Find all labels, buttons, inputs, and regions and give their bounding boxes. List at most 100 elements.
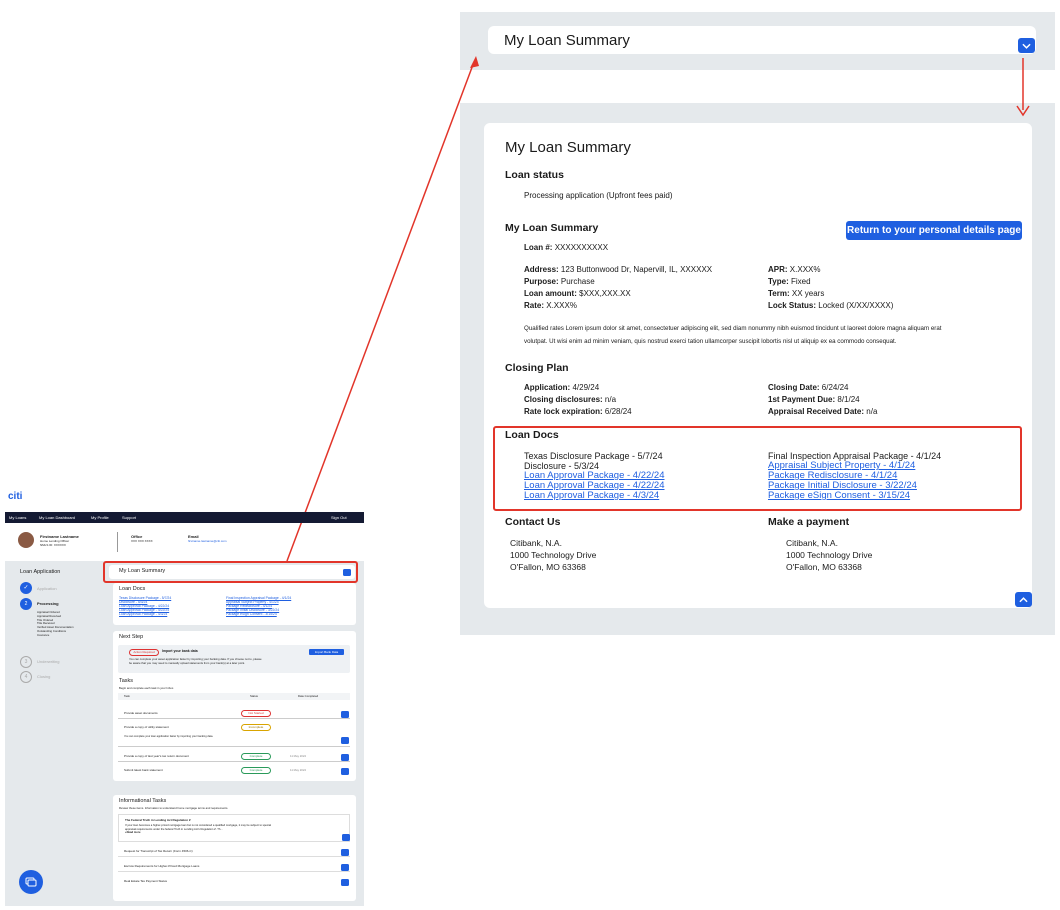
summary-field: Purpose: Purchase [524, 277, 595, 286]
next-step-title: Next Step [119, 634, 144, 640]
read-more-link[interactable]: +Read more [125, 831, 271, 835]
summary-field: APR: X.XXX% [768, 265, 821, 274]
summary-right-col: APR: X.XXX% Type: Fixed Term: XX years L… [768, 264, 893, 312]
contact-us-heading: Contact Us [505, 516, 561, 528]
officer-avatar [18, 532, 34, 548]
closing-right-col: Closing Date: 6/24/24 1st Payment Due: 8… [768, 382, 877, 418]
address-line: 1000 Technology Drive [786, 550, 873, 560]
next-step-heading: Import your bank data [162, 649, 198, 653]
next-step-box: Action Required Import your bank data Yo… [118, 645, 350, 673]
substep-item: Insurance [37, 632, 50, 637]
expand-chevron-button[interactable] [1018, 38, 1035, 53]
chevron-down-icon [1022, 43, 1031, 49]
address-line: Citibank, N.A. [510, 538, 562, 548]
qualified-rates-note: Qualified rates Lorem ipsum dolor sit am… [524, 322, 1024, 348]
address-line: O'Fallon, MO 63368 [510, 562, 586, 572]
tasks-subtitle: Begin and complete each task in your Inb… [119, 686, 175, 690]
nav-sign-out[interactable]: Sign Out [331, 515, 347, 520]
chevron-up-icon [341, 737, 349, 744]
summary-field: Lock Status: Locked (X/XX/XXXX) [768, 301, 894, 310]
office-info: Office XXX XXX XXXX [131, 534, 153, 544]
address-line: Citibank, N.A. [786, 538, 838, 548]
summary-heading: My Loan Summary [505, 222, 599, 234]
step-4[interactable]: 4 [20, 671, 32, 683]
closing-field: Application: 4/29/24 [524, 383, 600, 392]
step-3[interactable]: 3 [20, 656, 32, 668]
chevron-down-icon [341, 849, 349, 856]
nav-my-loans[interactable]: My Loans [9, 515, 26, 520]
email-link[interactable]: firstname.lastname@citi.com [188, 539, 227, 544]
mini-content-area: Loan Application ✓ Application 2 Process… [5, 561, 364, 906]
loan-number-label: Loan #: [524, 243, 553, 252]
chevron-down-icon [341, 864, 349, 871]
summary-field: Address: 123 Buttonwood Dr, Napervill, I… [524, 265, 713, 274]
step-1[interactable]: ✓ [20, 582, 32, 594]
summary-field: Type: Fixed [768, 277, 811, 286]
task-row[interactable]: Provide asset documents Not Started [118, 709, 350, 719]
loan-number-value: XXXXXXXXXX [554, 243, 609, 252]
summary-card-title: My Loan Summary [505, 139, 631, 156]
officer-divider [117, 532, 118, 552]
officer-nmls: NMLS ID: XXXXXX [40, 543, 66, 547]
closing-field: Rate lock expiration: 6/28/24 [524, 407, 632, 416]
closing-field: Appraisal Received Date: n/a [768, 407, 878, 416]
info-item[interactable]: Real Estate Tax Payment Status [118, 877, 350, 887]
summary-field: Rate: X.XXX% [524, 301, 577, 310]
officer-info: Firstname Lastname Home Lending Officer … [40, 534, 79, 547]
nav-my-profile[interactable]: My Profile [91, 515, 109, 520]
chevron-down-icon [341, 711, 349, 718]
task-row[interactable]: Provide a copy of utility statement Inco… [118, 723, 350, 747]
closing-field: Closing Date: 6/24/24 [768, 383, 849, 392]
info-item[interactable]: The Federal Truth in Lending Act Regulat… [118, 814, 350, 842]
collapsed-summary-card[interactable]: My Loan Summary [488, 26, 1036, 54]
step-2[interactable]: 2 [20, 598, 32, 610]
expanded-summary-card: My Loan Summary Loan status Processing a… [484, 123, 1032, 608]
nav-support[interactable]: Support [122, 515, 136, 520]
closing-field: 1st Payment Due: 8/1/24 [768, 395, 860, 404]
note-line-2: volutpat. Ut wisi enim ad minim veniam, … [524, 338, 897, 345]
contact-address: Citibank, N.A. 1000 Technology Drive O'F… [510, 537, 596, 573]
step-3-label: Underwriting [37, 659, 60, 664]
info-item[interactable]: Escrow Requirements for Higher-Priced Mo… [118, 862, 350, 872]
chat-button[interactable] [19, 870, 43, 894]
make-payment-heading: Make a payment [768, 516, 850, 528]
mini-doc-link[interactable]: Loan Approval Package - 4/3/24 [119, 612, 171, 616]
payment-address: Citibank, N.A. 1000 Technology Drive O'F… [786, 537, 872, 573]
mini-app-screen: citi My Loans My Loan Dashboard My Profi… [0, 488, 364, 908]
mini-info-tasks-card: Informational Tasks Review these items. … [113, 795, 356, 901]
task-row[interactable]: Submit latest bank statement Complete 11… [118, 766, 350, 776]
loan-status-heading: Loan status [505, 169, 564, 181]
closing-left-col: Application: 4/29/24 Closing disclosures… [524, 382, 632, 418]
collapsed-summary-title: My Loan Summary [504, 32, 630, 49]
tasks-header: Task Status Date Completed [118, 693, 350, 700]
return-personal-details-button[interactable]: Return to your personal details page [846, 221, 1022, 240]
step-2-label: Processing [37, 601, 59, 606]
closing-plan-heading: Closing Plan [505, 362, 569, 374]
collapse-chevron-button[interactable] [1015, 592, 1032, 607]
substep-list: Appraisal Ordered Appraisal Received Tit… [37, 610, 74, 638]
task-row[interactable]: Provide a copy of last year's tax return… [118, 752, 350, 762]
loan-number: Loan #: XXXXXXXXXX [524, 242, 608, 254]
address-line: 1000 Technology Drive [510, 550, 597, 560]
nav-my-loan-dashboard[interactable]: My Loan Dashboard [39, 515, 75, 520]
import-bank-data-button[interactable]: Import Bank Data [309, 649, 344, 655]
tasks-title: Tasks [119, 678, 134, 684]
info-tasks-title: Informational Tasks [119, 798, 167, 804]
status-badge: Not Started [241, 710, 271, 717]
info-item[interactable]: Request for Transcript of Tax Return (Fo… [118, 847, 350, 857]
step-1-label: Application [37, 586, 57, 591]
mini-docs-left: Texas Disclosure Package - 5/7/24 Disclo… [119, 596, 171, 616]
summary-left-col: Address: 123 Buttonwood Dr, Napervill, I… [524, 264, 712, 312]
closing-field: Closing disclosures: n/a [524, 395, 617, 404]
mini-tasks-card: Next Step Action Required Import your ba… [113, 631, 356, 781]
address-line: O'Fallon, MO 63368 [786, 562, 862, 572]
loan-docs-highlight [493, 426, 1022, 511]
chevron-down-icon [341, 768, 349, 775]
top-nav-bar: My Loans My Loan Dashboard My Profile Su… [5, 512, 364, 523]
collapsed-summary-panel: My Loan Summary [460, 12, 1055, 70]
sidebar-title: Loan Application [20, 569, 61, 575]
office-phone: XXX XXX XXXX [131, 539, 153, 543]
info-tasks-subtitle: Review these items. Information to under… [119, 806, 229, 810]
action-required-badge: Action Required [129, 649, 159, 656]
mini-doc-link[interactable]: Package eSign Consent - 3/15/24 [226, 612, 291, 616]
